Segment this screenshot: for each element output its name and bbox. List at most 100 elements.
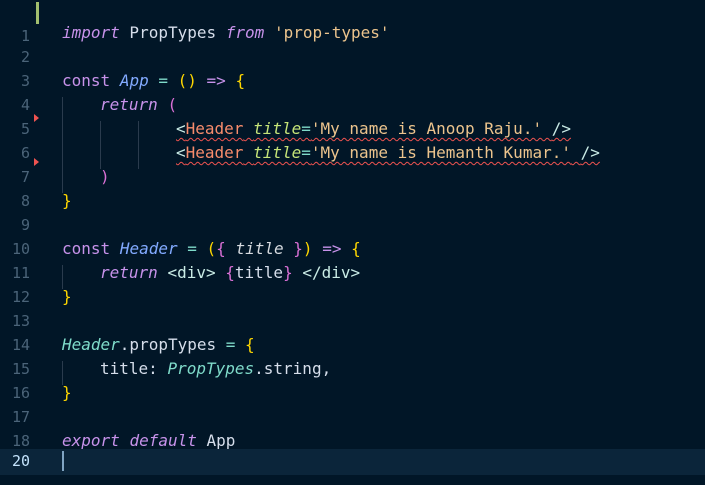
attribute-token: title [253,119,302,138]
string-token: 'My name is Hemanth Kumar.' [310,143,571,162]
code-line[interactable]: 7 <Header title='My name is Hemanth Kuma… [0,141,705,186]
tag-bracket-token: /> [551,119,571,138]
class-name-token: PropTypes [167,359,255,378]
keyword-token: import [62,23,120,42]
code-text: title: PropTypes.string, [100,357,331,381]
code-line[interactable]: 3 [0,45,705,90]
brace-token: { [216,239,226,258]
code-line-current[interactable]: 20 [0,449,705,475]
string-token: 'My name is Anoop Raju.' [310,119,543,138]
code-text: } [62,189,72,213]
function-name-token: Header [119,239,178,258]
brace-token: { [245,335,255,354]
arrow-token: => [322,239,342,258]
tag-name-token: Header [185,143,244,162]
tag-bracket-token: < [176,143,186,162]
keyword-token: const [62,239,111,258]
code-line[interactable]: 9 } [0,189,705,234]
code-line[interactable]: 16 title: PropTypes.string, [0,357,705,402]
arrow-token: => [206,71,226,90]
class-name-token: Header [62,335,120,354]
keyword-token: return [100,95,158,114]
code-text-error: <Header title='My name is Anoop Raju.' /… [176,117,571,141]
code-line[interactable]: 4 const App = () => { [0,69,705,114]
code-line[interactable]: 6 <Header title='My name is Anoop Raju.'… [0,117,705,162]
operator-token: = [158,71,168,90]
code-line[interactable]: 14 [0,309,705,354]
paren-token: ( [167,95,178,114]
code-line[interactable]: 8 ) [0,165,705,210]
paren-token: () [177,71,197,90]
code-line[interactable]: 2 import PropTypes from 'prop-types' [0,21,705,66]
code-text: import PropTypes from 'prop-types' [62,21,390,45]
keyword-token: return [100,263,158,282]
operator-token: = [301,119,311,138]
brace-token: { [351,239,361,258]
code-text: return <div> {title} </div> [100,261,360,285]
brace-token: } [293,239,303,258]
operator-token: = [225,335,236,354]
code-text-error: <Header title='My name is Hemanth Kumar.… [176,141,600,165]
string-token: 'prop-types' [273,23,390,42]
code-line[interactable]: 10 [0,213,705,258]
brace-token: { [235,71,246,90]
keyword-token: export [62,431,120,450]
brace-token: { [225,263,235,282]
line-number: 20 [11,452,30,470]
code-editor[interactable]: 1 2 import PropTypes from 'prop-types' 3… [0,0,705,485]
property-token: .propTypes [119,335,217,354]
code-line[interactable]: 12 return <div> {title} </div> [0,261,705,306]
tag-bracket-token: < [176,119,186,138]
code-line[interactable]: 13 } [0,285,705,330]
brace-token: } [62,287,72,306]
attribute-token: title [253,143,302,162]
keyword-token: from [225,23,265,42]
operator-token: = [301,143,311,162]
code-text: } [62,285,72,309]
parameter-token: title [235,239,284,258]
property-token: title: [100,359,168,378]
code-line[interactable]: 17 } [0,381,705,426]
tag-token: <div> [167,263,216,282]
code-text: return ( [100,93,177,117]
keyword-token: default [129,431,197,450]
code-text: const Header = ({ title }) => { [62,237,361,261]
code-text: ) [100,165,110,189]
code-line[interactable]: 15 Header.propTypes = { [0,333,705,378]
tag-bracket-token: /> [580,143,600,162]
paren-token: ( [206,239,217,258]
code-line[interactable]: 11 const Header = ({ title }) => { [0,237,705,282]
keyword-token: const [62,71,111,90]
brace-token: } [62,383,72,402]
code-line[interactable]: 18 [0,405,705,450]
function-name-token: App [119,71,149,90]
code-text: } [62,381,72,405]
identifier-token: App [206,431,236,450]
tag-token: </div> [302,263,361,282]
error-underline-leading [62,141,176,165]
code-line[interactable]: 5 return ( [0,93,705,138]
